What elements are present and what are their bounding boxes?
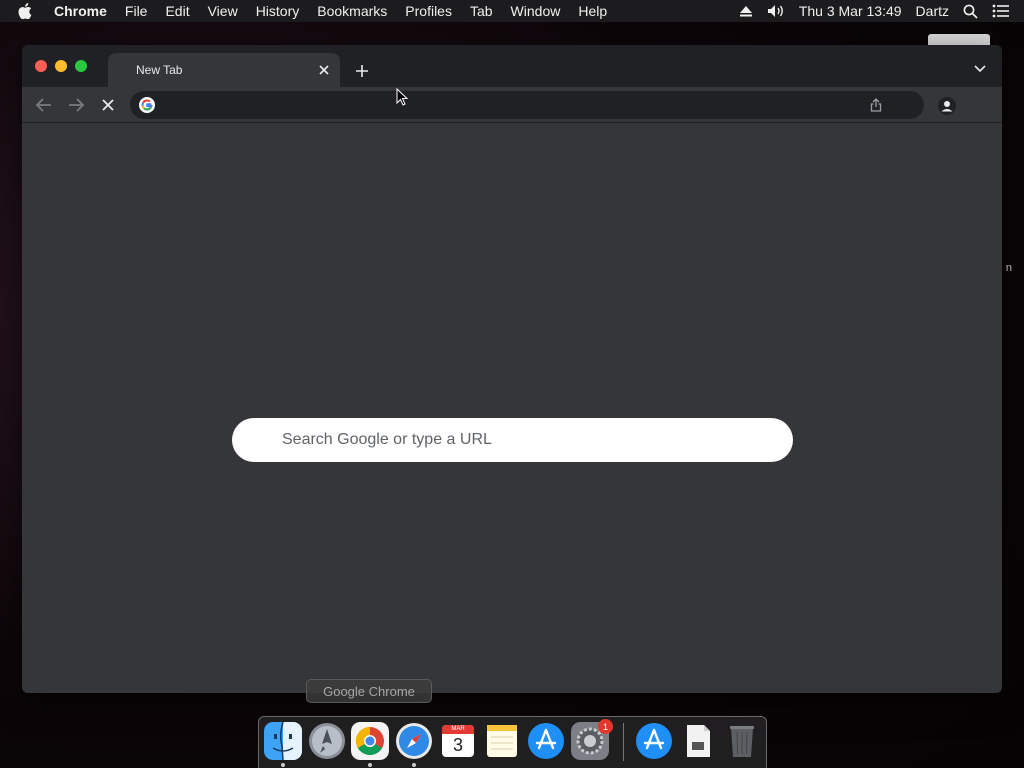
address-bar[interactable] <box>130 91 924 119</box>
menu-window[interactable]: Window <box>511 3 561 19</box>
new-tab-button[interactable] <box>352 61 372 81</box>
desktop-item-label: n <box>1005 262 1012 274</box>
menu-file[interactable]: File <box>125 3 148 19</box>
menu-bar: Chrome File Edit View History Bookmarks … <box>0 0 1024 22</box>
address-input[interactable] <box>164 91 854 119</box>
back-button[interactable] <box>34 95 54 115</box>
spotlight-search-icon[interactable] <box>963 4 978 19</box>
menu-view[interactable]: View <box>208 3 238 19</box>
calendar-day: 3 <box>452 735 463 755</box>
tab-search-button[interactable] <box>972 61 988 77</box>
mouse-cursor-icon <box>396 87 409 106</box>
tab-new-tab[interactable]: New Tab <box>108 53 340 87</box>
plus-icon <box>356 65 368 77</box>
ntp-search-box[interactable] <box>232 418 793 462</box>
chrome-icon[interactable] <box>351 722 389 760</box>
notification-badge: 1 <box>598 719 613 734</box>
tab-strip: New Tab <box>22 45 1002 87</box>
app-store-folder-icon[interactable] <box>635 722 673 760</box>
close-icon <box>102 99 114 111</box>
google-icon <box>139 97 155 113</box>
finder-running-dot <box>281 763 285 767</box>
dock: MAR 3 1 <box>258 716 767 768</box>
chrome-running-dot <box>368 763 372 767</box>
menu-app-name[interactable]: Chrome <box>54 3 107 19</box>
browser-toolbar <box>22 87 1002 123</box>
status-area: Thu 3 Mar 13:49 Dartz <box>739 0 1024 22</box>
forward-arrow-icon <box>69 98 84 112</box>
menu-history[interactable]: History <box>256 3 300 19</box>
menu-profiles[interactable]: Profiles <box>405 3 452 19</box>
document-icon[interactable] <box>679 722 717 760</box>
tab-close-icon[interactable] <box>316 62 332 78</box>
apple-menu-icon[interactable] <box>18 3 38 19</box>
forward-button[interactable] <box>66 95 86 115</box>
window-maximize-button[interactable] <box>75 60 87 72</box>
calendar-icon[interactable]: MAR 3 <box>439 722 477 760</box>
dock-tooltip: Google Chrome <box>306 679 432 703</box>
trash-icon[interactable] <box>723 722 761 760</box>
notification-center-icon[interactable] <box>992 4 1010 18</box>
menu-bookmarks[interactable]: Bookmarks <box>317 3 387 19</box>
profile-icon <box>938 97 956 115</box>
chevron-down-icon <box>974 65 986 73</box>
new-tab-page <box>22 124 1002 693</box>
notes-icon[interactable] <box>483 722 521 760</box>
app-store-icon[interactable] <box>527 722 565 760</box>
share-icon[interactable] <box>868 97 884 113</box>
menu-tab[interactable]: Tab <box>470 3 493 19</box>
safari-icon[interactable] <box>395 722 433 760</box>
profile-button[interactable] <box>936 95 958 117</box>
window-minimize-button[interactable] <box>55 60 67 72</box>
back-arrow-icon <box>36 98 51 112</box>
dock-separator <box>623 723 624 761</box>
user-name[interactable]: Dartz <box>916 3 949 19</box>
clock[interactable]: Thu 3 Mar 13:49 <box>799 3 902 19</box>
volume-icon[interactable] <box>767 4 785 18</box>
eject-icon[interactable] <box>739 5 753 17</box>
launchpad-icon[interactable] <box>308 722 346 760</box>
finder-icon[interactable] <box>264 722 302 760</box>
stop-loading-button[interactable] <box>98 95 118 115</box>
ntp-search-input[interactable] <box>282 418 772 462</box>
menu-edit[interactable]: Edit <box>165 3 189 19</box>
browser-window: New Tab <box>22 45 1002 693</box>
tab-title: New Tab <box>136 63 183 77</box>
safari-running-dot <box>412 763 416 767</box>
window-close-button[interactable] <box>35 60 47 72</box>
calendar-month: MAR <box>451 726 465 732</box>
menu-help[interactable]: Help <box>578 3 607 19</box>
